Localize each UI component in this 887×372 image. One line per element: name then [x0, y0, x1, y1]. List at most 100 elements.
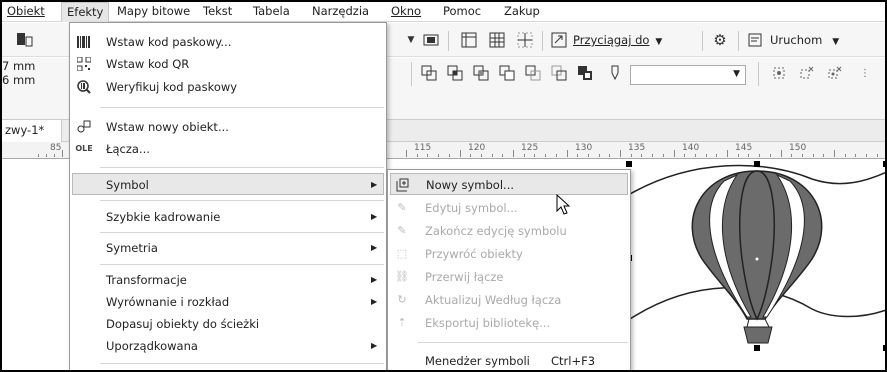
selection-handle	[883, 161, 885, 167]
menu-item-restore-objects[interactable]: ⬚ Przywróć obiekty	[388, 243, 630, 265]
outline-combo[interactable]: ▼	[630, 65, 746, 85]
menu-mapy-bitowe[interactable]: Mapy bitowe	[112, 2, 195, 22]
document-tab[interactable]: zwy-1*	[2, 120, 62, 142]
menu-separator	[100, 107, 384, 108]
menu-narzedzia[interactable]: Narzędzia	[307, 2, 374, 22]
menu-item-break-link[interactable]: ⛓ Przerwij łącze	[388, 266, 630, 288]
menu-item-symmetry[interactable]: Symetria ▶	[70, 237, 386, 259]
gear-icon[interactable]: ⚙	[709, 29, 731, 51]
menu-item-insert-barcode[interactable]: Wstaw kod paskowy...	[70, 31, 386, 53]
weld-icon[interactable]	[418, 62, 440, 84]
menu-okno-label: Okno	[391, 4, 422, 18]
ruler-label: 130	[575, 143, 593, 153]
rulers-icon[interactable]	[458, 29, 480, 51]
snap-to-dropdown[interactable]: Przyciągaj do ▼	[573, 33, 662, 47]
trim-icon[interactable]	[444, 62, 466, 84]
launch-icon[interactable]	[744, 29, 766, 51]
intersect-icon[interactable]	[470, 62, 492, 84]
menu-bar: Obiekt Efekty Mapy bitowe Tekst Tabela N…	[2, 2, 885, 22]
menu-zakup-label: Zakup	[504, 4, 540, 18]
menu-item-label: Transformacje	[106, 273, 187, 287]
ruler-tick	[716, 154, 718, 157]
simplify-icon[interactable]	[496, 62, 518, 84]
ruler-label: 150	[789, 143, 807, 153]
width-value[interactable]: 7 mm	[2, 59, 35, 73]
pen-icon[interactable]	[604, 62, 626, 84]
menu-item-label: Łącza...	[106, 142, 150, 156]
menu-zakup[interactable]: Zakup	[499, 2, 545, 22]
menu-efekty[interactable]: Efekty	[61, 2, 110, 22]
ruler-tick	[737, 154, 739, 157]
align-icon[interactable]	[768, 62, 790, 84]
menu-obiekt[interactable]: Obiekt	[2, 2, 50, 22]
ruler-tick	[727, 150, 728, 157]
break-apart-icon[interactable]	[796, 62, 818, 84]
ruler-label: 125	[521, 143, 539, 153]
menu-separator	[100, 264, 384, 265]
selection-handle	[754, 161, 760, 167]
front-minus-back-icon[interactable]	[522, 62, 544, 84]
menu-pomoc[interactable]: Pomoc	[438, 2, 486, 22]
ruler-tick	[780, 150, 782, 157]
barcode-icon	[76, 34, 92, 50]
ruler-tick	[438, 154, 440, 157]
back-minus-front-icon[interactable]	[548, 62, 570, 84]
launch-dropdown[interactable]: Uruchom ▼	[770, 33, 839, 47]
menu-item-quick-crop[interactable]: Szybkie kadrowanie ▶	[70, 206, 386, 228]
restore-objects-icon: ⬚	[396, 247, 408, 260]
width-value-text: 7 mm	[2, 59, 36, 73]
boundary-icon[interactable]	[574, 62, 596, 84]
menu-item-update-from-link[interactable]: ↻ Aktualizuj Według łącza	[388, 289, 630, 311]
menu-item-verify-barcode[interactable]: Weryfikuj kod paskowy	[70, 76, 386, 98]
menu-item-order[interactable]: Uporządkowana ▶	[70, 335, 386, 357]
height-value[interactable]: 6 mm	[2, 73, 35, 87]
menu-item-edit-symbol[interactable]: ✎ Edytuj symbol...	[388, 197, 630, 219]
menu-item-new-symbol[interactable]: Nowy symbol...	[390, 173, 628, 195]
menu-item-align-distribute[interactable]: Wyrównanie i rozkład ▶	[70, 291, 386, 313]
menu-item-label: Symetria	[106, 241, 158, 255]
submenu-arrow-icon: ▶	[371, 275, 378, 284]
submenu-arrow-icon: ▶	[371, 212, 378, 221]
ruler-tick	[769, 154, 771, 157]
menu-tekst[interactable]: Tekst	[198, 2, 237, 22]
combine-icon[interactable]	[824, 62, 846, 84]
menu-item-finish-edit[interactable]: ✎ Zakończ edycję symbolu	[388, 220, 630, 242]
menu-separator	[100, 363, 384, 364]
menu-item-symbol[interactable]: Symbol ▶	[72, 173, 384, 195]
snap-icon[interactable]	[548, 29, 570, 51]
ruler-tick	[545, 154, 547, 157]
grid-icon[interactable]	[486, 29, 508, 51]
submenu-arrow-icon: ▶	[371, 180, 378, 189]
basket-rope	[746, 318, 750, 328]
menu-okno[interactable]: Okno	[386, 2, 426, 22]
menu-item-fit-to-path[interactable]: Dopasuj obiekty do ścieżki	[70, 313, 386, 335]
menu-item-label: Przywróć obiekty	[425, 247, 523, 261]
ruler-label: 135	[628, 143, 646, 153]
ruler-label: 120	[468, 143, 486, 153]
guidelines-icon[interactable]	[514, 29, 536, 51]
ruler-tick	[566, 150, 568, 157]
menu-tabela[interactable]: Tabela	[248, 2, 295, 22]
height-value-text: 6 mm	[2, 73, 36, 87]
balloon-basket	[743, 326, 773, 344]
ruler-tick	[598, 154, 600, 157]
menu-item-insert-object[interactable]: Wstaw nowy obiekt...	[70, 116, 386, 138]
full-screen-icon[interactable]	[420, 29, 442, 51]
toolbar-separator	[738, 31, 739, 51]
ruler-tick	[38, 154, 39, 157]
menu-item-symbol-manager[interactable]: Menedżer symboli Ctrl+F3	[388, 350, 630, 370]
page-setup-icon[interactable]	[14, 29, 36, 51]
dropdown-arrow-icon[interactable]: ▼	[400, 29, 422, 51]
menu-item-label: Wyrównanie i rozkład	[106, 295, 230, 309]
menu-tabela-label: Tabela	[253, 4, 290, 18]
menu-item-insert-qr[interactable]: Wstaw kod QR	[70, 53, 386, 75]
menu-item-transformations[interactable]: Transformacje ▶	[70, 269, 386, 291]
menu-item-export-library[interactable]: ⇡ Eksportuj bibliotekę...	[388, 312, 630, 334]
ruler-tick	[641, 154, 643, 157]
more-icon[interactable]: ⋮	[854, 62, 876, 84]
ruler-tick	[834, 150, 835, 157]
menu-item-links[interactable]: OLE Łącza...	[70, 138, 386, 160]
verify-barcode-icon	[76, 79, 92, 95]
menu-separator	[418, 342, 628, 343]
ruler-tick	[684, 154, 686, 157]
